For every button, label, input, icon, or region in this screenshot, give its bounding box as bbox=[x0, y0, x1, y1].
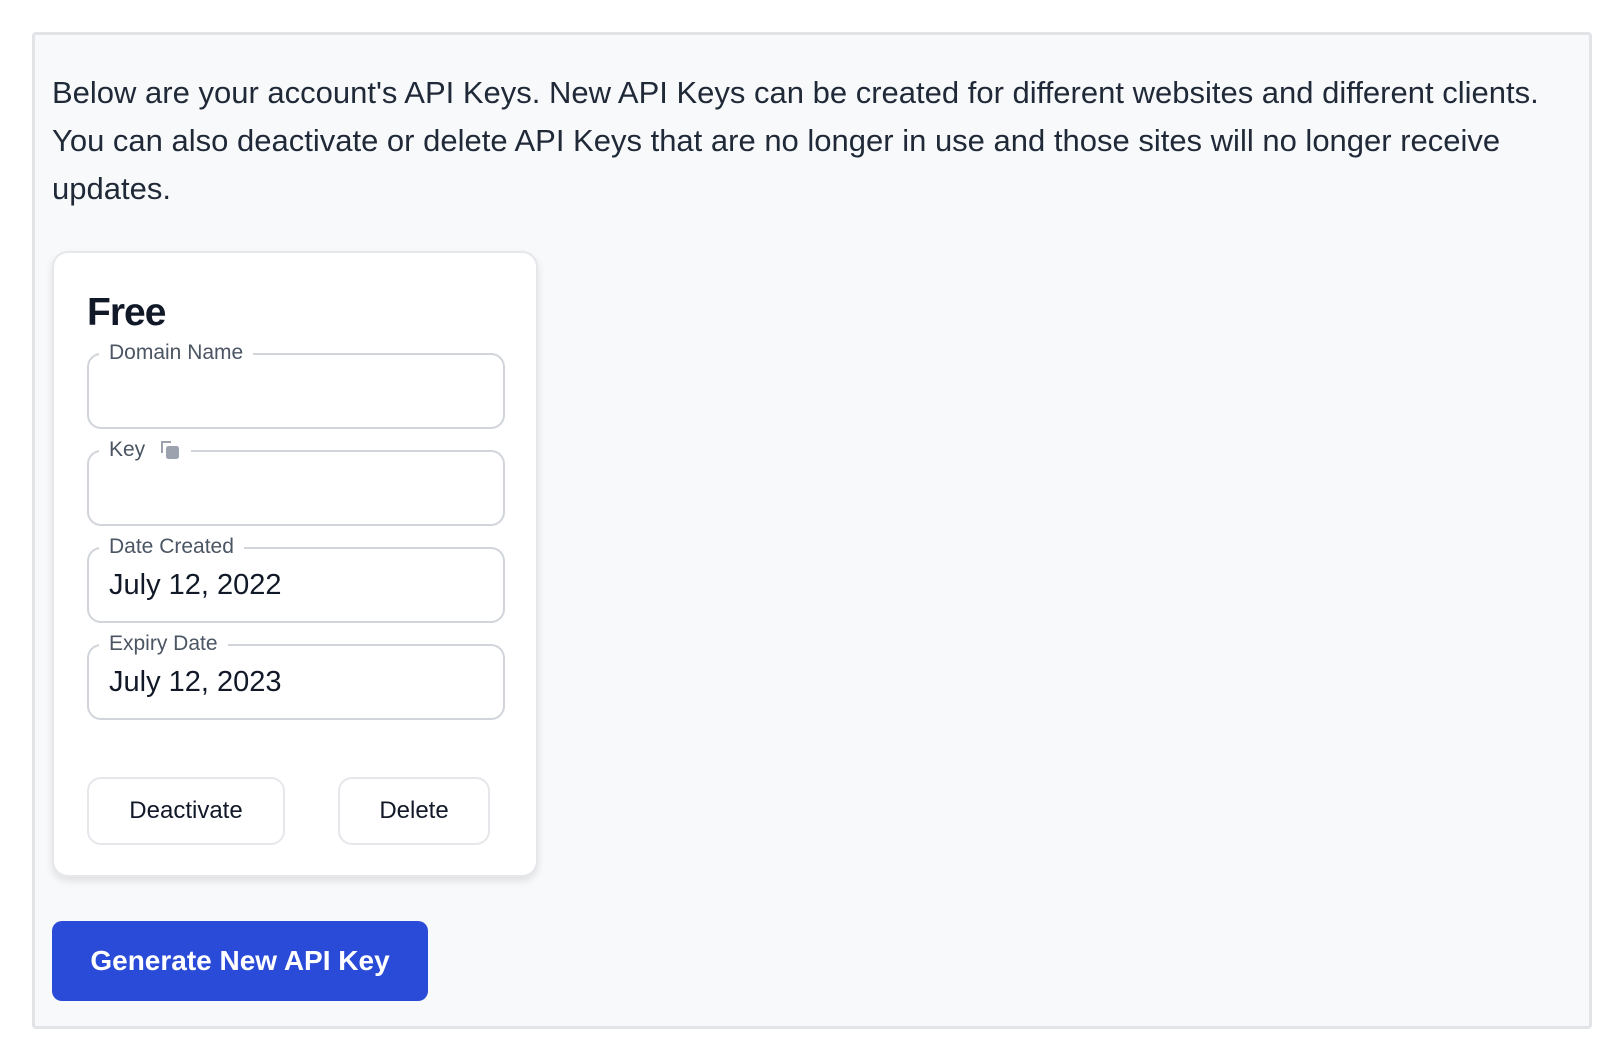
intro-text: Below are your account's API Keys. New A… bbox=[52, 75, 1539, 206]
expiry-date-label: Expiry Date bbox=[99, 630, 228, 658]
key-label: Key bbox=[99, 436, 192, 464]
api-key-card: Free Domain Name Key Date Created July 1… bbox=[52, 251, 538, 877]
api-keys-panel: Below are your account's API Keys. New A… bbox=[32, 32, 1592, 1029]
generate-new-api-key-button[interactable]: Generate New API Key bbox=[52, 921, 428, 1001]
date-created-value[interactable]: July 12, 2022 bbox=[109, 569, 282, 602]
expiry-date-field[interactable]: Expiry Date July 12, 2023 bbox=[87, 630, 505, 720]
date-created-label: Date Created bbox=[99, 533, 244, 561]
expiry-date-value[interactable]: July 12, 2023 bbox=[109, 666, 282, 699]
key-field[interactable]: Key bbox=[87, 436, 505, 526]
copy-icon[interactable] bbox=[159, 439, 181, 461]
plan-title: Free bbox=[87, 291, 166, 334]
deactivate-button[interactable]: Deactivate bbox=[87, 777, 285, 845]
domain-name-label: Domain Name bbox=[99, 339, 254, 367]
date-created-field[interactable]: Date Created July 12, 2022 bbox=[87, 533, 505, 623]
delete-button[interactable]: Delete bbox=[338, 777, 490, 845]
domain-name-field[interactable]: Domain Name bbox=[87, 339, 505, 429]
